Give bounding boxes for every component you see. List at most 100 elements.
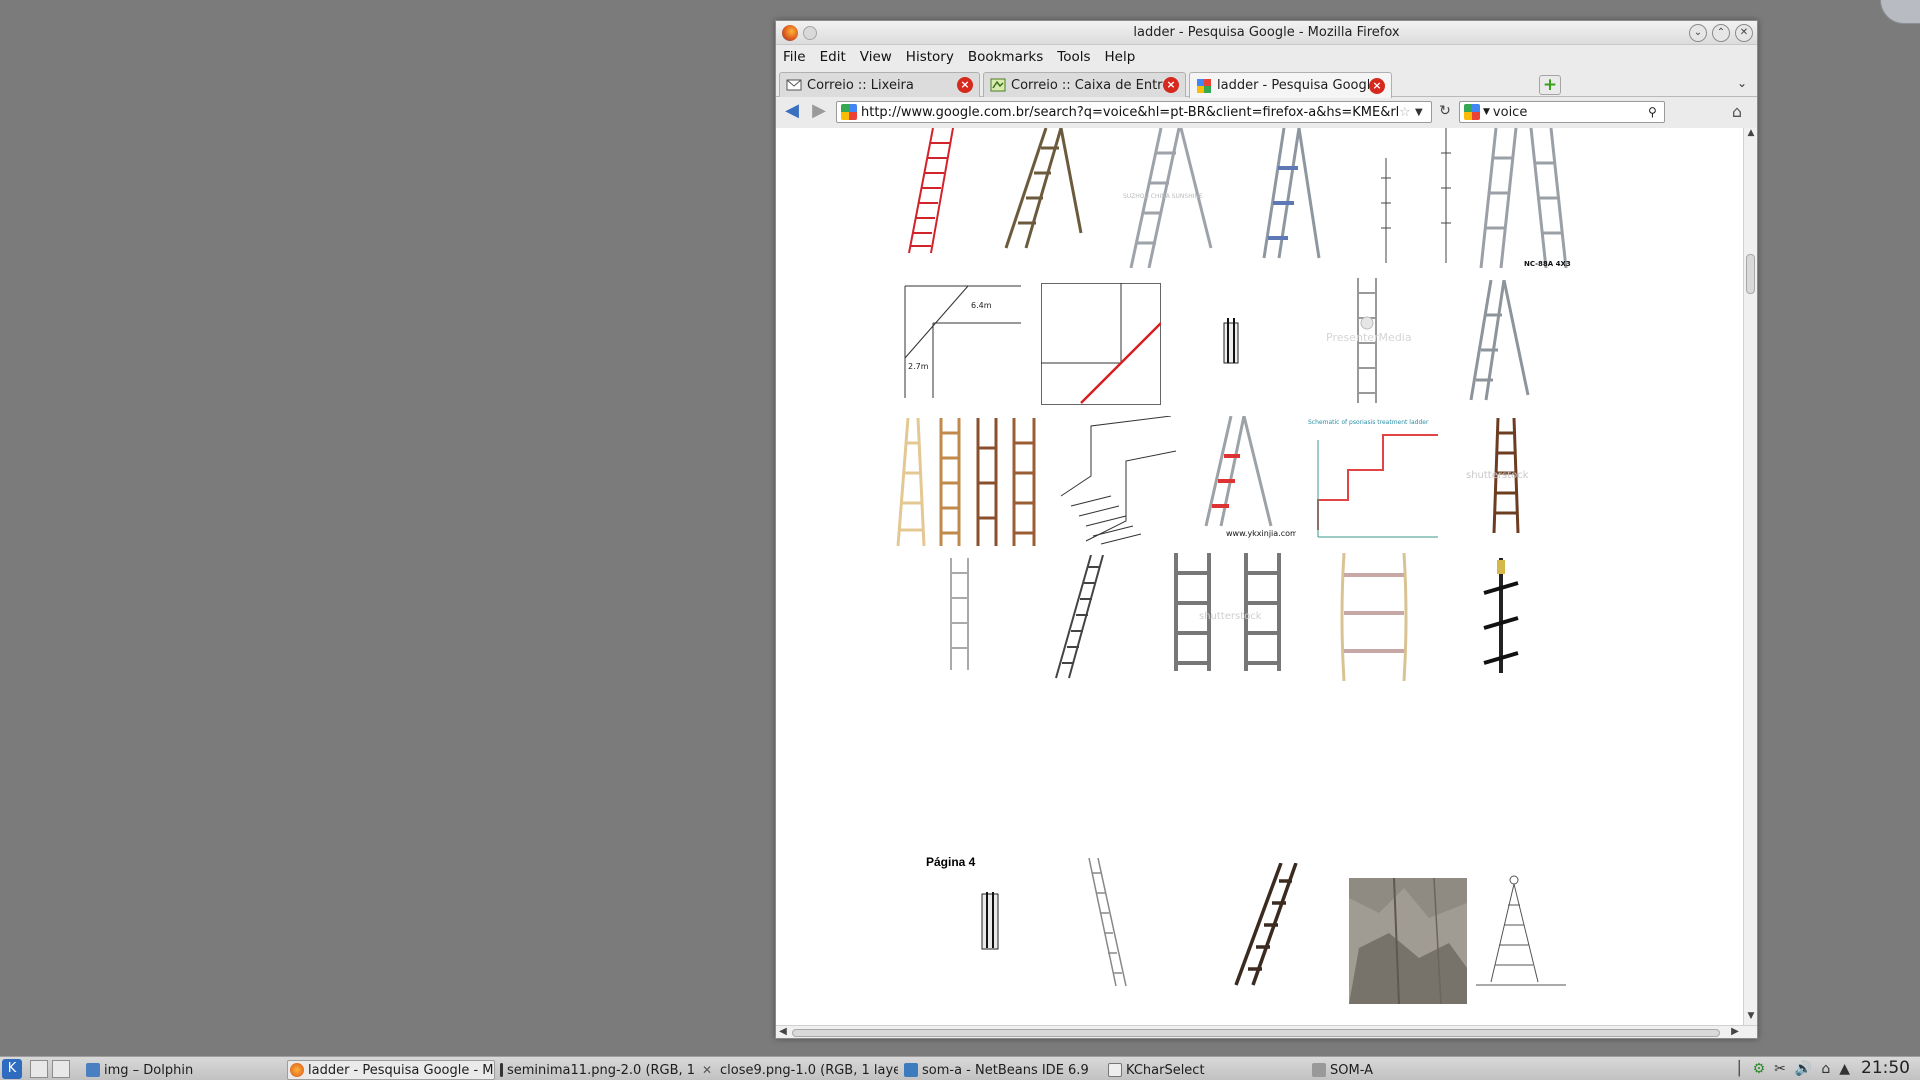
horizontal-scrollbar[interactable]: ◀ ▶ (776, 1025, 1757, 1038)
task-label: img – Dolphin (104, 1062, 194, 1078)
scroll-down-icon[interactable]: ▼ (1744, 1011, 1757, 1025)
close-icon[interactable]: ✕ (1735, 24, 1753, 42)
watermark-ykxinjia: www.ykxinjia.com (1226, 529, 1296, 538)
ladder-image-step-blue[interactable] (1254, 128, 1334, 263)
task-dolphin[interactable]: img – Dolphin (84, 1060, 280, 1080)
task-kcharselect[interactable]: KCharSelect (1106, 1060, 1306, 1080)
minimize-icon[interactable]: ⌄ (1689, 24, 1707, 42)
scroll-right-icon[interactable]: ▶ (1728, 1026, 1742, 1037)
navigation-toolbar: ◀ ▶ http://www.google.com.br/search?q=vo… (776, 97, 1757, 127)
scissors-icon[interactable]: ✂ (1774, 1061, 1786, 1077)
menu-bar: File Edit View History Bookmarks Tools H… (776, 45, 1757, 69)
ladder-image-wood-step[interactable] (1001, 128, 1101, 258)
tab-close-icon[interactable]: × (1163, 77, 1179, 93)
search-bar[interactable]: ▼ voice ⚲ (1459, 101, 1665, 123)
desktop-pager-2[interactable] (52, 1060, 70, 1078)
clock[interactable]: 21:50 (1861, 1058, 1910, 1078)
ladder-image-presenter[interactable]: PresenterMedia (1321, 278, 1431, 403)
tab-close-icon[interactable]: × (957, 77, 973, 93)
page-number-label: Página 4 (926, 855, 976, 869)
gimp-icon (500, 1063, 503, 1077)
ladder-image-grey-pair[interactable]: shutterstock (1171, 553, 1291, 683)
ladder-image-shutterstock-wood[interactable]: shutterstock (1466, 418, 1556, 546)
task-firefox[interactable]: ladder - Pesquisa Google - Mo (287, 1060, 495, 1080)
ladder-image-rope[interactable] (1336, 553, 1416, 683)
firefox-icon[interactable] (782, 25, 798, 41)
url-input[interactable]: http://www.google.com.br/search?q=voice&… (861, 105, 1399, 120)
ladder-image-wooden-set[interactable] (896, 418, 1041, 548)
taskbar: K img – Dolphin ladder - Pesquisa Google… (0, 1056, 1920, 1080)
menu-file[interactable]: File (783, 49, 806, 65)
url-dropdown-icon[interactable]: ▼ (1415, 107, 1431, 118)
maximize-icon[interactable]: ⌃ (1712, 24, 1730, 42)
binoculars-icon[interactable]: ⚲ (1648, 105, 1664, 119)
desktop-corner-widget[interactable] (1880, 0, 1920, 24)
scroll-up-icon[interactable]: ▲ (1744, 128, 1757, 142)
ladder-image-multipurpose[interactable]: NC-88A 4X3 (1476, 128, 1576, 273)
horizontal-scroll-thumb[interactable] (792, 1029, 1720, 1037)
forward-button[interactable]: ▶ (808, 102, 830, 122)
menu-history[interactable]: History (906, 49, 954, 65)
task-label: close9.png-1.0 (RGB, 1 layer) (720, 1062, 898, 1078)
task-netbeans[interactable]: som-a - NetBeans IDE 6.9 (902, 1060, 1102, 1080)
ladder-image-measure-diagram[interactable]: 6.4m 2.7m (903, 283, 1023, 403)
ladder-image-telescopic[interactable] (1051, 555, 1111, 680)
ladder-image-dark-diagonal[interactable] (1221, 863, 1301, 988)
menu-tools[interactable]: Tools (1057, 49, 1090, 65)
menu-edit[interactable]: Edit (820, 49, 846, 65)
network-icon[interactable]: ⌂ (1821, 1061, 1830, 1077)
ladder-image-black-bracket[interactable] (1476, 558, 1526, 678)
vertical-scroll-thumb[interactable] (1746, 254, 1755, 294)
ladder-image-step-red[interactable]: www.ykxinjia.com (1186, 416, 1296, 544)
search-engine-icon[interactable] (1464, 104, 1480, 120)
vertical-scrollbar[interactable]: ▲ ▼ (1743, 128, 1757, 1025)
task-som-a[interactable]: SOM-A (1310, 1060, 1530, 1080)
site-identity-icon[interactable] (841, 104, 857, 120)
kde-menu-icon[interactable]: K (2, 1059, 22, 1079)
ladder-image-step-grey[interactable] (1456, 280, 1536, 405)
tab-list-chevron-icon[interactable]: ⌄ (1737, 76, 1747, 90)
new-tab-button[interactable]: + (1539, 75, 1561, 95)
menu-help[interactable]: Help (1105, 49, 1136, 65)
title-bar[interactable]: ladder - Pesquisa Google - Mozilla Firef… (776, 21, 1757, 45)
back-button[interactable]: ◀ (781, 102, 803, 122)
task-gimp-seminima[interactable]: seminima11.png-2.0 (RGB, 1 la (498, 1060, 698, 1080)
scroll-left-icon[interactable]: ◀ (776, 1026, 790, 1037)
ladder-image-small-bracket[interactable] (1216, 313, 1246, 368)
firefox-window: ladder - Pesquisa Google - Mozilla Firef… (775, 20, 1758, 1039)
task-gimp-close[interactable]: ✕ close9.png-1.0 (RGB, 1 layer) (700, 1060, 898, 1080)
url-bar[interactable]: http://www.google.com.br/search?q=voice&… (836, 101, 1432, 123)
measure-top-label: 6.4m (971, 301, 992, 310)
window-menu-icon[interactable] (803, 26, 817, 40)
tray-expand-icon[interactable]: ▲ (1839, 1061, 1850, 1077)
tab-close-icon[interactable]: × (1369, 77, 1385, 94)
search-input[interactable]: voice (1493, 105, 1648, 120)
ladder-image-aluminium[interactable]: SUZHOU CHINA SUNSHINE (1111, 128, 1231, 268)
system-tray: │ ⚙ ✂ 🔊 ⌂ ▲ (1735, 1061, 1850, 1077)
ladder-image-sketch[interactable] (1476, 870, 1566, 1000)
reload-icon[interactable]: ↻ (1436, 103, 1454, 121)
ladder-image-bracket-small-2[interactable] (976, 888, 1006, 953)
desktop-pager-1[interactable] (30, 1060, 48, 1078)
watermark-presenter: PresenterMedia (1326, 331, 1412, 344)
bookmark-star-icon[interactable]: ☆ (1399, 105, 1415, 120)
tab-correio-caixa[interactable]: Correio :: Caixa de Entrada × (983, 72, 1186, 97)
ladder-image-tall-thin[interactable] (1086, 858, 1131, 988)
google-icon (1197, 78, 1211, 93)
ladder-image-rope-diagram[interactable] (1366, 128, 1476, 263)
volume-icon[interactable]: 🔊 (1795, 1061, 1812, 1077)
update-gear-icon[interactable]: ⚙ (1753, 1061, 1766, 1077)
ladder-image-rock-photo[interactable] (1349, 878, 1467, 1004)
tab-ladder-google[interactable]: ladder - Pesquisa Google × (1189, 72, 1392, 98)
ladder-image-red-line-diagram[interactable] (1041, 283, 1161, 405)
ladder-image-white-simple[interactable] (946, 558, 976, 673)
menu-view[interactable]: View (860, 49, 892, 65)
home-icon[interactable]: ⌂ (1727, 102, 1747, 122)
menu-bookmarks[interactable]: Bookmarks (968, 49, 1043, 65)
search-engine-dropdown-icon[interactable]: ▼ (1483, 107, 1490, 117)
tab-correio-lixeira[interactable]: Correio :: Lixeira × (779, 72, 980, 97)
folder-icon (86, 1063, 100, 1077)
ladder-image-red[interactable] (903, 128, 978, 258)
ladder-image-schematic[interactable]: Schematic of psoriasis treatment ladder (1303, 415, 1443, 545)
ladder-image-stairs[interactable] (1051, 416, 1181, 546)
